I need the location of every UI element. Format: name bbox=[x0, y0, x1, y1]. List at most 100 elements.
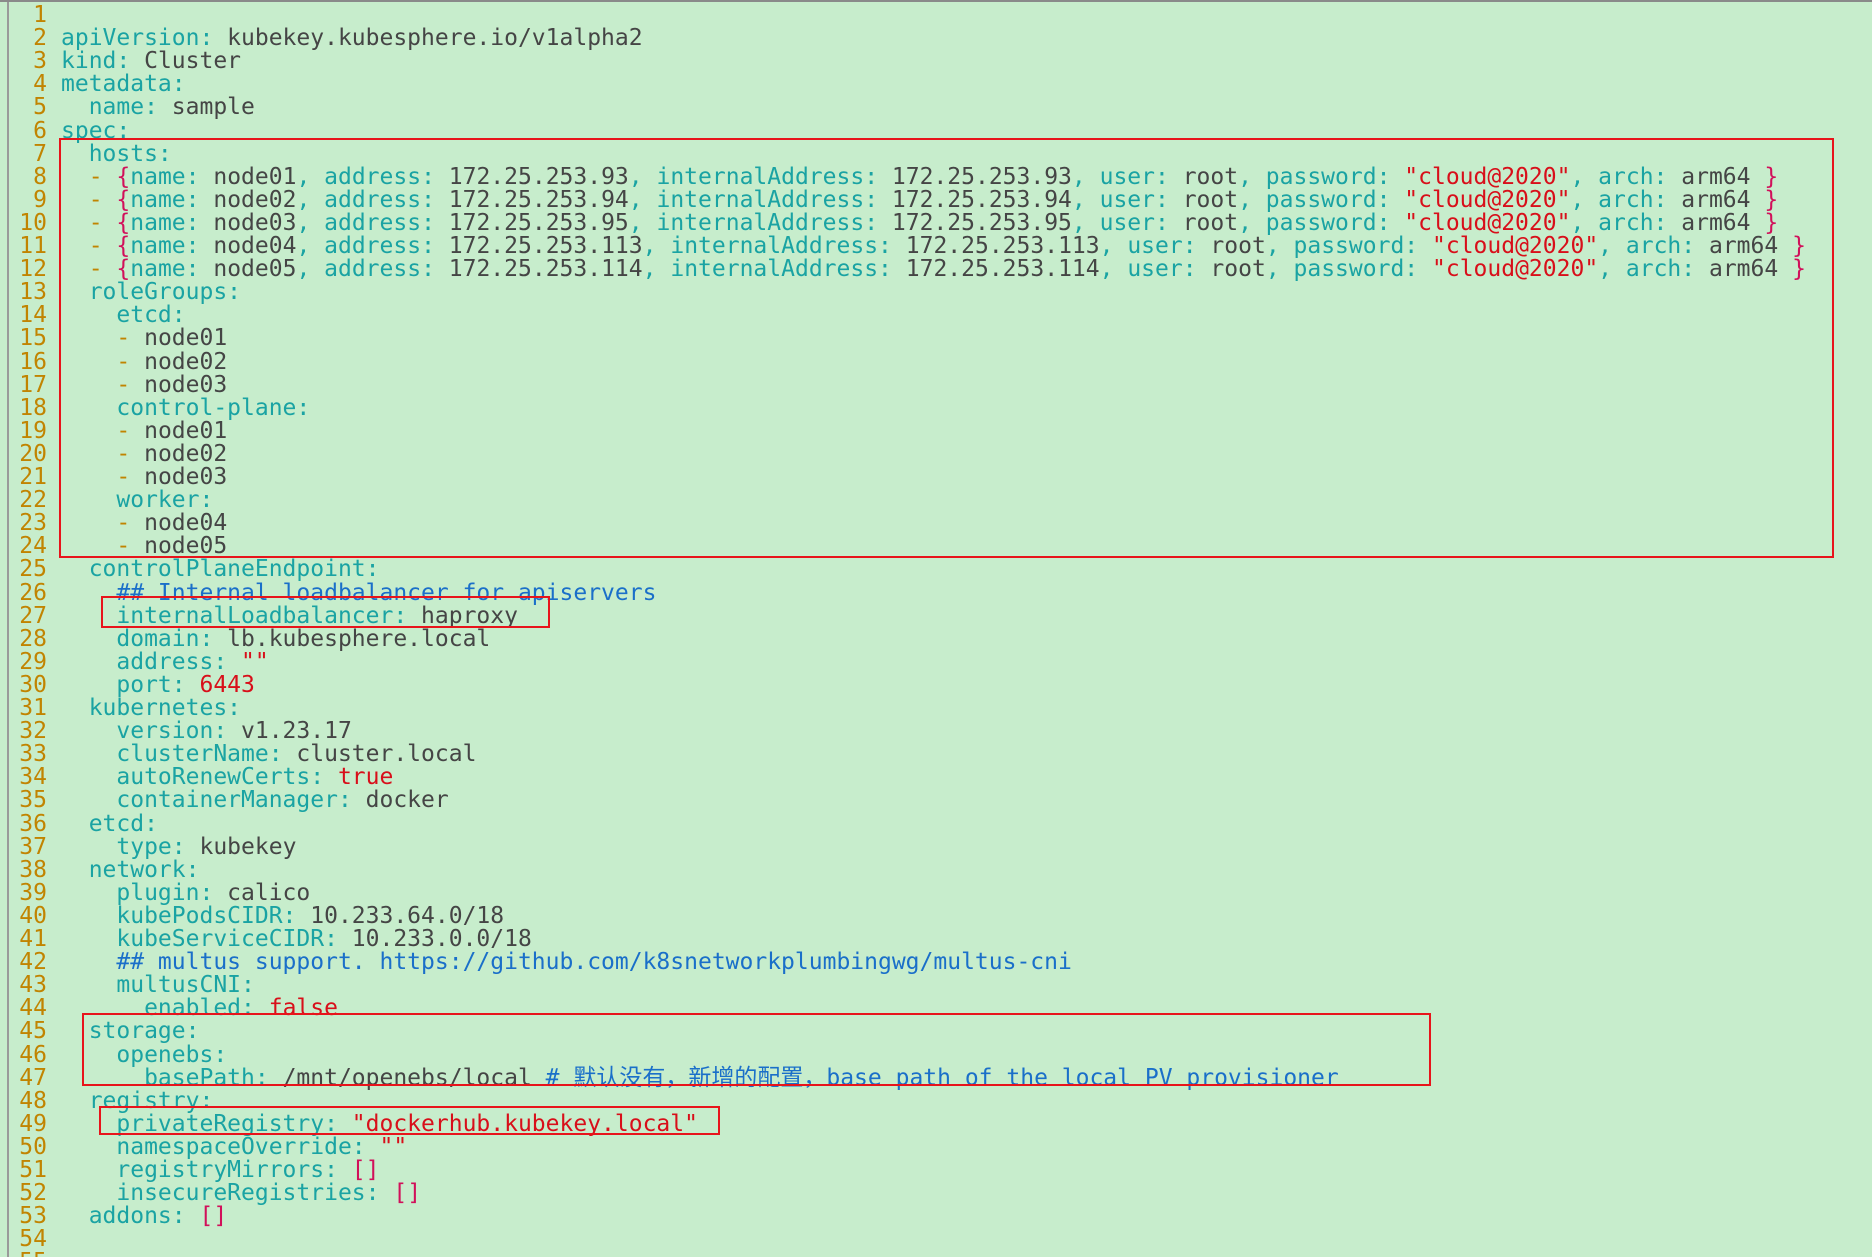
code-line[interactable]: 42 ## multus support. https://github.com… bbox=[0, 951, 1072, 974]
code-line[interactable]: 38 network: bbox=[0, 858, 199, 882]
line-content: openebs: bbox=[61, 1042, 227, 1068]
code-line[interactable]: 44 enabled: false bbox=[0, 997, 338, 1020]
line-number: 43 bbox=[19, 972, 47, 999]
code-line[interactable]: 35 containerManager: docker bbox=[0, 789, 448, 812]
code-line[interactable]: 33 clusterName: cluster.local bbox=[0, 743, 476, 766]
line-number: 22 bbox=[19, 487, 47, 514]
code-token: storage: bbox=[61, 1018, 200, 1045]
code-token: address: bbox=[324, 256, 449, 283]
code-line[interactable]: 54 bbox=[0, 1228, 61, 1251]
code-line[interactable]: 50 namespaceOverride: "" bbox=[0, 1134, 407, 1160]
code-token: , bbox=[296, 186, 325, 213]
code-line[interactable]: 40 kubePodsCIDR: 10.233.64.0/18 bbox=[0, 902, 504, 929]
line-content: - node01 bbox=[61, 418, 227, 444]
code-token: arm64 bbox=[1681, 186, 1765, 213]
code-line[interactable]: 24 - node05 bbox=[0, 535, 227, 558]
code-line[interactable]: 37 type: kubekey bbox=[0, 833, 296, 860]
line-number: 51 bbox=[19, 1157, 47, 1183]
line-number: 18 bbox=[19, 394, 47, 421]
code-line[interactable]: 36 etcd: bbox=[0, 811, 158, 837]
line-number: 14 bbox=[19, 302, 47, 329]
code-line[interactable]: 45 storage: bbox=[0, 1020, 199, 1043]
code-token: user: bbox=[1099, 186, 1183, 213]
line-number: 32 bbox=[19, 718, 47, 745]
line-number: 8 bbox=[33, 163, 47, 190]
code-token: type: bbox=[61, 833, 200, 860]
code-line[interactable]: 26 ## Internal loadbalancer for apiserve… bbox=[0, 581, 656, 605]
code-line[interactable]: 11 - {name: node04, address: 172.25.253.… bbox=[0, 235, 1806, 258]
code-line[interactable]: 9 - {name: node02, address: 172.25.253.9… bbox=[0, 186, 1778, 213]
line-number: 40 bbox=[19, 902, 47, 929]
code-token: true bbox=[337, 764, 394, 791]
code-line[interactable]: 39 plugin: calico bbox=[0, 879, 310, 906]
code-line[interactable]: 22 worker: bbox=[0, 489, 213, 512]
code-token: multusCNI: bbox=[61, 972, 255, 999]
line-content: namespaceOverride: "" bbox=[61, 1134, 407, 1160]
code-line[interactable]: 51 registryMirrors: [] bbox=[0, 1157, 379, 1183]
line-content: kubeServiceCIDR: 10.233.0.0/18 bbox=[61, 926, 531, 952]
code-token: - bbox=[61, 325, 145, 352]
line-number: 39 bbox=[19, 879, 47, 906]
code-line[interactable]: 5 name: sample bbox=[0, 96, 255, 119]
line-content: privateRegistry: "dockerhub.kubekey.loca… bbox=[61, 1111, 698, 1137]
code-line[interactable]: 6 spec: bbox=[0, 119, 130, 143]
code-token: , bbox=[296, 256, 325, 283]
code-line[interactable]: 14 etcd: bbox=[0, 302, 185, 329]
code-line[interactable]: 8 - {name: node01, address: 172.25.253.9… bbox=[0, 163, 1778, 190]
code-line[interactable]: 41 kubeServiceCIDR: 10.233.0.0/18 bbox=[0, 928, 532, 951]
code-line[interactable]: 48 registry: bbox=[0, 1089, 213, 1113]
code-token: [] bbox=[393, 1180, 422, 1207]
code-line[interactable]: 53 addons: [] bbox=[0, 1205, 227, 1228]
code-token: - bbox=[61, 371, 145, 398]
code-line[interactable]: 18 control-plane: bbox=[0, 394, 310, 421]
line-content: - {name: node04, address: 172.25.253.113… bbox=[61, 233, 1806, 259]
code-line[interactable]: 13 roleGroups: bbox=[0, 281, 241, 304]
line-number: 49 bbox=[19, 1110, 47, 1137]
code-token: hosts: bbox=[61, 140, 172, 167]
code-line[interactable]: 47 basePath: /mnt/openebs/local # 默认没有，新… bbox=[0, 1066, 1338, 1090]
code-line[interactable]: 43 multusCNI: bbox=[0, 974, 255, 997]
code-line[interactable]: 49 privateRegistry: "dockerhub.kubekey.l… bbox=[0, 1110, 698, 1137]
code-token: sample bbox=[171, 94, 255, 121]
code-line[interactable]: 19 - node01 bbox=[0, 418, 227, 444]
code-line[interactable]: 10 - {name: node03, address: 172.25.253.… bbox=[0, 209, 1778, 236]
code-line[interactable]: 3 kind: Cluster bbox=[0, 50, 241, 73]
code-line[interactable]: 34 autoRenewCerts: true bbox=[0, 766, 393, 789]
code-line[interactable]: 28 domain: lb.kubesphere.local bbox=[0, 625, 490, 652]
line-number: 15 bbox=[19, 325, 47, 352]
code-line[interactable]: 52 insecureRegistries: [] bbox=[0, 1182, 421, 1205]
code-line[interactable]: 2 apiVersion: kubekey.kubesphere.io/v1alp… bbox=[0, 27, 642, 50]
code-line[interactable]: 32 version: v1.23.17 bbox=[0, 720, 352, 743]
code-line[interactable]: 15 - node01 bbox=[0, 327, 227, 350]
code-line[interactable]: 12 - {name: node05, address: 172.25.253.… bbox=[0, 258, 1806, 281]
code-line[interactable]: 55 bbox=[0, 1251, 61, 1257]
code-line[interactable]: 21 - node03 bbox=[0, 466, 227, 489]
code-line[interactable]: 7 hosts: bbox=[0, 140, 172, 167]
code-token: , bbox=[628, 209, 657, 236]
code-line[interactable]: 17 - node03 bbox=[0, 371, 227, 398]
code-line[interactable]: 30 port: 6443 bbox=[0, 673, 255, 697]
line-content: addons: [] bbox=[61, 1203, 228, 1230]
code-line[interactable]: 31 kubernetes: bbox=[0, 697, 241, 720]
code-token: , bbox=[628, 186, 657, 213]
code-token: , bbox=[1265, 256, 1294, 283]
code-line[interactable]: 16 - node02 bbox=[0, 349, 227, 375]
code-line[interactable]: 20 - node02 bbox=[0, 442, 227, 466]
code-line[interactable]: 46 openebs: bbox=[0, 1042, 227, 1068]
code-line[interactable]: 23 - node04 bbox=[0, 512, 227, 535]
line-content: etcd: bbox=[61, 302, 185, 328]
code-token: addons: bbox=[61, 1203, 200, 1230]
code-line[interactable]: 27 internalLoadbalancer: haproxy bbox=[0, 604, 518, 628]
line-content: etcd: bbox=[61, 811, 158, 837]
code-token: insecureRegistries: bbox=[61, 1180, 394, 1207]
code-token: 172.25.253.95 bbox=[448, 209, 629, 236]
yaml-code-editor[interactable]: 1 2 apiVersion: kubekey.kubesphere.io/v1al… bbox=[0, 0, 1872, 1257]
line-content: - node02 bbox=[61, 349, 227, 375]
code-line[interactable]: 4 metadata: bbox=[0, 73, 185, 96]
line-number: 28 bbox=[19, 625, 47, 652]
code-line[interactable]: 29 address: "" bbox=[0, 650, 268, 674]
code-token: , bbox=[296, 209, 325, 236]
line-number: 9 bbox=[33, 186, 47, 213]
code-line[interactable]: 1 bbox=[0, 4, 61, 27]
code-line[interactable]: 25 controlPlaneEndpoint: bbox=[0, 558, 379, 581]
